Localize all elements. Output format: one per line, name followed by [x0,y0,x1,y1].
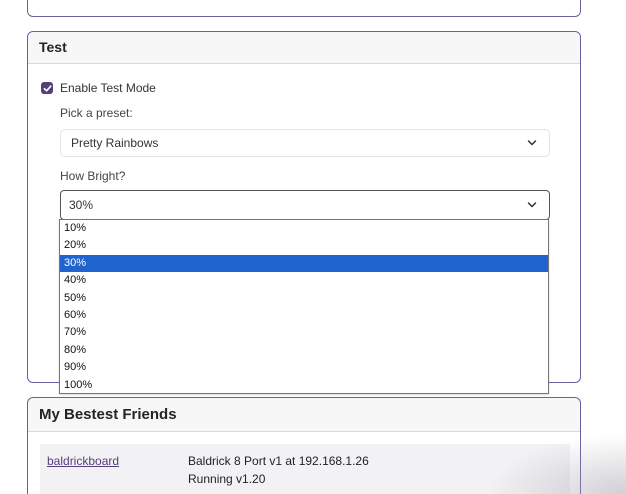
brightness-select[interactable]: 30% [60,190,550,220]
brightness-option[interactable]: 20% [60,237,548,254]
friends-card-title: My Bestest Friends [28,398,580,432]
settings-page: Test Enable Test Mode Pick a preset: Pre… [0,0,626,494]
brightness-label: How Bright? [60,169,126,183]
chevron-down-icon [527,202,537,208]
brightness-option[interactable]: 10% [60,220,548,237]
preset-label: Pick a preset: [60,106,133,120]
friend-status: Running v1.20 [188,472,266,486]
enable-test-mode-checkbox[interactable] [41,82,53,94]
chevron-down-icon [527,140,537,146]
brightness-dropdown-list[interactable]: 10% 20% 30% 40% 50% 60% 70% 80% 90% 100% [59,219,549,394]
brightness-option[interactable]: 100% [60,377,548,394]
preset-select[interactable]: Pretty Rainbows [60,129,550,157]
checkmark-icon [43,84,52,92]
brightness-option[interactable]: 90% [60,359,548,376]
preset-select-value: Pretty Rainbows [71,136,159,150]
test-card-title: Test [28,32,580,64]
brightness-option[interactable]: 70% [60,324,548,341]
brightness-option[interactable]: 80% [60,342,548,359]
brightness-select-value: 30% [69,198,94,212]
brightness-option[interactable]: 60% [60,307,548,324]
previous-card [27,0,581,17]
enable-test-mode-label[interactable]: Enable Test Mode [60,81,156,95]
brightness-option-selected[interactable]: 30% [60,254,548,273]
friend-description: Baldrick 8 Port v1 at 192.168.1.26 [188,454,369,468]
enable-test-mode-row[interactable]: Enable Test Mode [41,81,156,95]
friend-name-link[interactable]: baldrickboard [47,454,119,468]
table-row: baldrickboard Baldrick 8 Port v1 at 192.… [40,444,570,494]
brightness-option[interactable]: 40% [60,272,548,289]
brightness-option[interactable]: 50% [60,290,548,307]
friends-card: My Bestest Friends baldrickboard Baldric… [27,397,581,494]
